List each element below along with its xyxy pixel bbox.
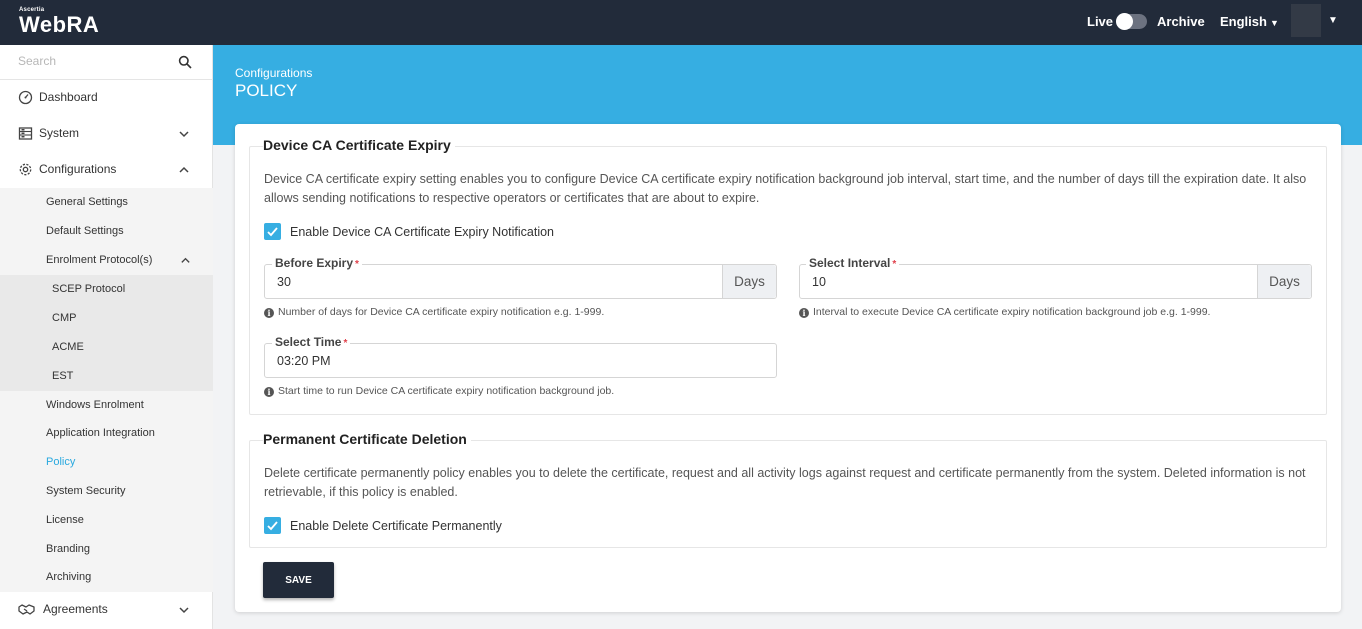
dashboard-icon [18, 90, 33, 105]
sidebar-item-label: System Security [46, 485, 126, 497]
live-label: Live [1087, 14, 1114, 29]
language-label: English [1220, 14, 1267, 29]
before-expiry-label: Before Expiry * [272, 256, 362, 270]
before-expiry-value: 30 [277, 275, 291, 289]
sidebar-item-label: SCEP Protocol [52, 283, 126, 295]
sidebar-item-label: CMP [52, 312, 77, 324]
deletion-description: Delete certificate permanently policy en… [264, 466, 1306, 499]
chevron-down-icon [179, 607, 189, 614]
breadcrumb[interactable]: Configurations [235, 66, 312, 80]
sidebar-item-label: ACME [52, 341, 84, 353]
sidebar-item-label: Windows Enrolment [46, 399, 144, 411]
info-icon: i [264, 308, 274, 318]
server-icon [18, 127, 33, 140]
sidebar-item-label: Branding [46, 543, 91, 555]
select-time-hint: i Start time to run Device CA certificate… [264, 385, 614, 397]
toggle-knob [1116, 13, 1133, 30]
before-expiry-unit: Days [722, 265, 776, 298]
sidebar: Dashboard System Configurations General … [0, 45, 213, 629]
sidebar-item-dashboard[interactable]: Dashboard [0, 80, 213, 116]
chevron-up-icon [179, 166, 189, 173]
select-time-value: 03:20 PM [277, 354, 331, 368]
required-asterisk: * [343, 338, 348, 349]
avatar[interactable] [1291, 4, 1321, 37]
sidebar-item-scep[interactable]: SCEP Protocol [0, 275, 213, 304]
select-interval-value: 10 [812, 275, 826, 289]
sidebar-item-label: Configurations [39, 162, 117, 176]
select-time-hint-text: Start time to run Device CA certificate … [278, 385, 615, 397]
select-interval-unit: Days [1257, 265, 1311, 298]
chevron-up-icon [181, 257, 190, 263]
enable-delete-checkbox[interactable] [264, 517, 281, 534]
sidebar-item-default-settings[interactable]: Default Settings [0, 217, 213, 246]
language-dropdown[interactable]: English ▼ [1220, 14, 1279, 29]
checkmark-icon [267, 521, 278, 531]
before-expiry-label-text: Before Expiry [275, 256, 354, 270]
sidebar-item-label: Application Integration [46, 427, 155, 439]
app-logo[interactable]: Ascertia WebRA [19, 7, 99, 38]
deletion-section-title: Permanent Certificate Deletion [263, 431, 471, 447]
gear-icon [19, 163, 32, 176]
select-time-label: Select Time * [272, 335, 351, 349]
select-interval-label-text: Select Interval [809, 256, 891, 270]
sidebar-item-system[interactable]: System [0, 116, 213, 152]
sidebar-item-label: EST [52, 370, 74, 382]
logo-product: WebRA [19, 12, 100, 37]
chevron-down-icon [179, 131, 189, 138]
sidebar-item-label: Policy [46, 456, 76, 468]
sidebar-item-label: System [39, 126, 80, 140]
select-time-label-text: Select Time [275, 335, 342, 349]
before-expiry-hint: i Number of days for Device CA certificat… [264, 306, 604, 318]
sidebar-item-cmp[interactable]: CMP [0, 304, 213, 333]
archive-label: Archive [1157, 14, 1205, 29]
sidebar-item-branding[interactable]: Branding [0, 535, 213, 564]
sidebar-item-windows-enrolment[interactable]: Windows Enrolment [0, 391, 213, 420]
search-input[interactable] [18, 54, 168, 68]
enable-delete-label: Enable Delete Certificate Permanently [290, 519, 502, 533]
live-archive-toggle[interactable] [1116, 13, 1147, 30]
enable-expiry-label: Enable Device CA Certificate Expiry Noti… [290, 225, 555, 239]
info-icon: i [264, 387, 274, 397]
sidebar-item-label: Dashboard [39, 90, 98, 104]
sidebar-item-label: Default Settings [46, 225, 124, 237]
select-interval-hint-text: Interval to execute Device CA certificat… [813, 306, 1211, 318]
save-button[interactable]: SAVE [263, 562, 334, 598]
sidebar-item-policy[interactable]: Policy [0, 448, 213, 477]
sidebar-item-configurations[interactable]: Configurations [0, 152, 213, 188]
handshake-icon [18, 604, 35, 615]
sidebar-item-general-settings[interactable]: General Settings [0, 188, 213, 217]
sidebar-item-label: General Settings [46, 196, 128, 208]
sidebar-item-system-security[interactable]: System Security [0, 477, 213, 506]
sidebar-item-license[interactable]: License [0, 506, 213, 535]
select-interval-hint: i Interval to execute Device CA certifica… [799, 306, 1210, 318]
before-expiry-hint-text: Number of days for Device CA certificate… [278, 306, 605, 318]
required-asterisk: * [355, 259, 359, 270]
caret-down-icon: ▼ [1269, 18, 1279, 28]
page-title: POLICY [235, 81, 298, 100]
sidebar-search [0, 45, 213, 80]
search-icon[interactable] [178, 55, 192, 69]
sidebar-item-label: License [46, 514, 84, 526]
expiry-description: Device CA certificate expiry setting ena… [264, 172, 1307, 205]
sidebar-item-label: Archiving [46, 571, 92, 583]
sidebar-item-application-integration[interactable]: Application Integration [0, 419, 213, 448]
sidebar-item-archiving[interactable]: Archiving [0, 563, 213, 592]
top-bar: Ascertia WebRA Live Archive English ▼ ▼ [0, 0, 1362, 45]
required-asterisk: * [892, 259, 897, 270]
expiry-section-title: Device CA Certificate Expiry [263, 137, 455, 153]
sidebar-item-agreements[interactable]: Agreements [0, 592, 213, 628]
enable-expiry-checkbox[interactable] [264, 223, 281, 240]
info-icon: i [799, 308, 809, 318]
sidebar-item-acme[interactable]: ACME [0, 333, 213, 362]
checkmark-icon [267, 227, 278, 237]
user-menu-caret-icon[interactable]: ▼ [1328, 15, 1338, 26]
sidebar-item-label: Enrolment Protocol(s) [46, 254, 153, 266]
sidebar-item-label: Agreements [43, 602, 108, 616]
sidebar-item-est[interactable]: EST [0, 362, 213, 391]
sidebar-item-enrolment-protocols[interactable]: Enrolment Protocol(s) [0, 246, 213, 275]
select-interval-label: Select Interval * [806, 256, 900, 270]
